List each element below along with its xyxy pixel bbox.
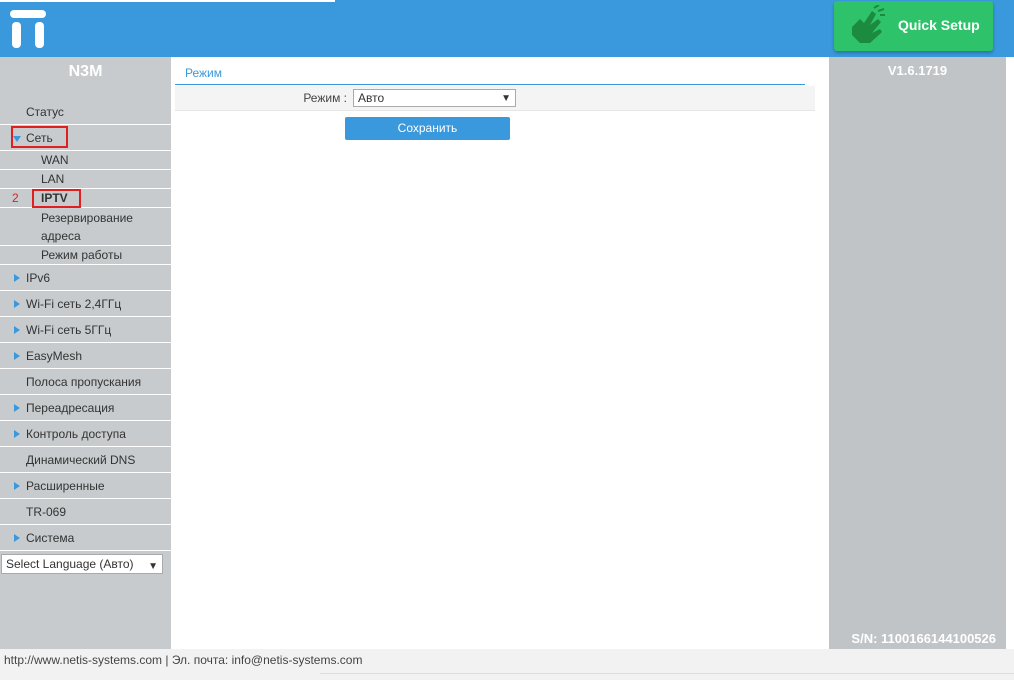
mode-select[interactable]: Авто ▼ xyxy=(353,89,516,107)
header-bar: Quick Setup xyxy=(0,0,1014,57)
sidebar-item-label: Полоса пропускания xyxy=(26,375,142,389)
sidebar-item-wifi-5[interactable]: Wi-Fi сеть 5ГГц xyxy=(0,317,171,343)
header-topline xyxy=(0,0,335,2)
sidebar-item-system[interactable]: Система xyxy=(0,525,171,551)
serial-number: S/N: 1100166144100526 xyxy=(851,631,996,646)
mode-select-value: Авто xyxy=(358,91,385,105)
sidebar-item-wifi-24[interactable]: Wi-Fi сеть 2,4ГГц xyxy=(0,291,171,317)
chevron-down-icon: ▼ xyxy=(148,561,158,572)
chevron-down-icon: ▼ xyxy=(501,93,511,104)
sidebar-subitem-iptv[interactable]: 2 IPTV xyxy=(0,189,171,208)
mode-form-row: Режим : Авто ▼ xyxy=(175,86,815,111)
sidebar-item-label: Контроль доступа xyxy=(26,427,126,441)
netis-logo-icon[interactable] xyxy=(10,10,46,48)
sidebar-item-label: Система xyxy=(26,531,75,545)
highlight-box xyxy=(32,189,81,208)
triangle-right-icon xyxy=(14,274,20,282)
sidebar-subitem-lan[interactable]: LAN xyxy=(0,170,171,189)
sidebar-nav: Статус Сеть WAN LAN 2 IPTV Резервировани… xyxy=(0,99,171,551)
sidebar-subitem-operation-mode[interactable]: Режим работы xyxy=(0,246,171,265)
triangle-right-icon xyxy=(14,326,20,334)
sidebar-subitem-wan[interactable]: WAN xyxy=(0,151,171,170)
sidebar-subitem-address-reservation[interactable]: Резервирование адреса xyxy=(0,208,171,246)
triangle-right-icon xyxy=(14,430,20,438)
sidebar-item-label: Wi-Fi сеть 2,4ГГц xyxy=(26,297,122,311)
highlight-box xyxy=(11,126,68,148)
sidebar: N3M Статус Сеть WAN LAN 2 IPTV Резервиро… xyxy=(0,57,171,649)
footer: http://www.netis-systems.com | Эл. почта… xyxy=(0,649,1014,680)
sidebar-item-tr069[interactable]: TR-069 xyxy=(0,499,171,525)
sidebar-item-network[interactable]: Сеть xyxy=(0,125,171,151)
triangle-right-icon xyxy=(14,482,20,490)
sidebar-item-label: TR-069 xyxy=(26,505,67,519)
quick-setup-button[interactable]: Quick Setup xyxy=(834,1,993,51)
save-button[interactable]: Сохранить xyxy=(345,117,510,140)
sidebar-item-label: Переадресация xyxy=(26,401,115,415)
sidebar-item-advanced[interactable]: Расширенные xyxy=(0,473,171,499)
footer-divider xyxy=(320,673,1014,674)
triangle-right-icon xyxy=(14,352,20,360)
sidebar-item-label: WAN xyxy=(41,153,69,167)
mode-label: Режим : xyxy=(303,91,347,105)
sidebar-item-label: Режим работы xyxy=(41,248,123,262)
triangle-right-icon xyxy=(14,404,20,412)
hand-icon xyxy=(852,5,885,43)
language-select[interactable]: Select Language (Авто) ▼ xyxy=(1,554,163,574)
sidebar-item-forwarding[interactable]: Переадресация xyxy=(0,395,171,421)
sidebar-item-label: Расширенные xyxy=(26,479,105,493)
sidebar-item-label: Резервирование адреса xyxy=(41,211,133,243)
sidebar-item-ddns[interactable]: Динамический DNS xyxy=(0,447,171,473)
sidebar-item-label: Динамический DNS xyxy=(26,453,136,467)
footer-text: http://www.netis-systems.com | Эл. почта… xyxy=(4,653,363,667)
sidebar-item-label: EasyMesh xyxy=(26,349,83,363)
sidebar-item-easymesh[interactable]: EasyMesh xyxy=(0,343,171,369)
sidebar-item-ipv6[interactable]: IPv6 xyxy=(0,265,171,291)
triangle-right-icon xyxy=(14,300,20,308)
sidebar-item-label: IPv6 xyxy=(26,271,51,285)
main-content: Режим Режим : Авто ▼ Сохранить xyxy=(171,57,829,649)
firmware-version: V1.6.1719 xyxy=(887,63,948,78)
sidebar-item-label: LAN xyxy=(41,172,65,186)
sidebar-item-label: Статус xyxy=(26,105,64,119)
model-name: N3M xyxy=(68,63,103,80)
section-title: Режим xyxy=(185,66,222,80)
step-number: 2 xyxy=(12,191,19,205)
quick-setup-label: Quick Setup xyxy=(898,17,980,33)
triangle-right-icon xyxy=(14,534,20,542)
sidebar-item-label: Wi-Fi сеть 5ГГц xyxy=(26,323,112,337)
language-select-value: Select Language (Авто) xyxy=(6,557,134,571)
section-divider xyxy=(175,84,805,85)
sidebar-item-access-control[interactable]: Контроль доступа xyxy=(0,421,171,447)
sidebar-item-status[interactable]: Статус xyxy=(0,99,171,125)
sidebar-item-bandwidth[interactable]: Полоса пропускания xyxy=(0,369,171,395)
right-panel: V1.6.1719 S/N: 1100166144100526 xyxy=(829,57,1006,649)
